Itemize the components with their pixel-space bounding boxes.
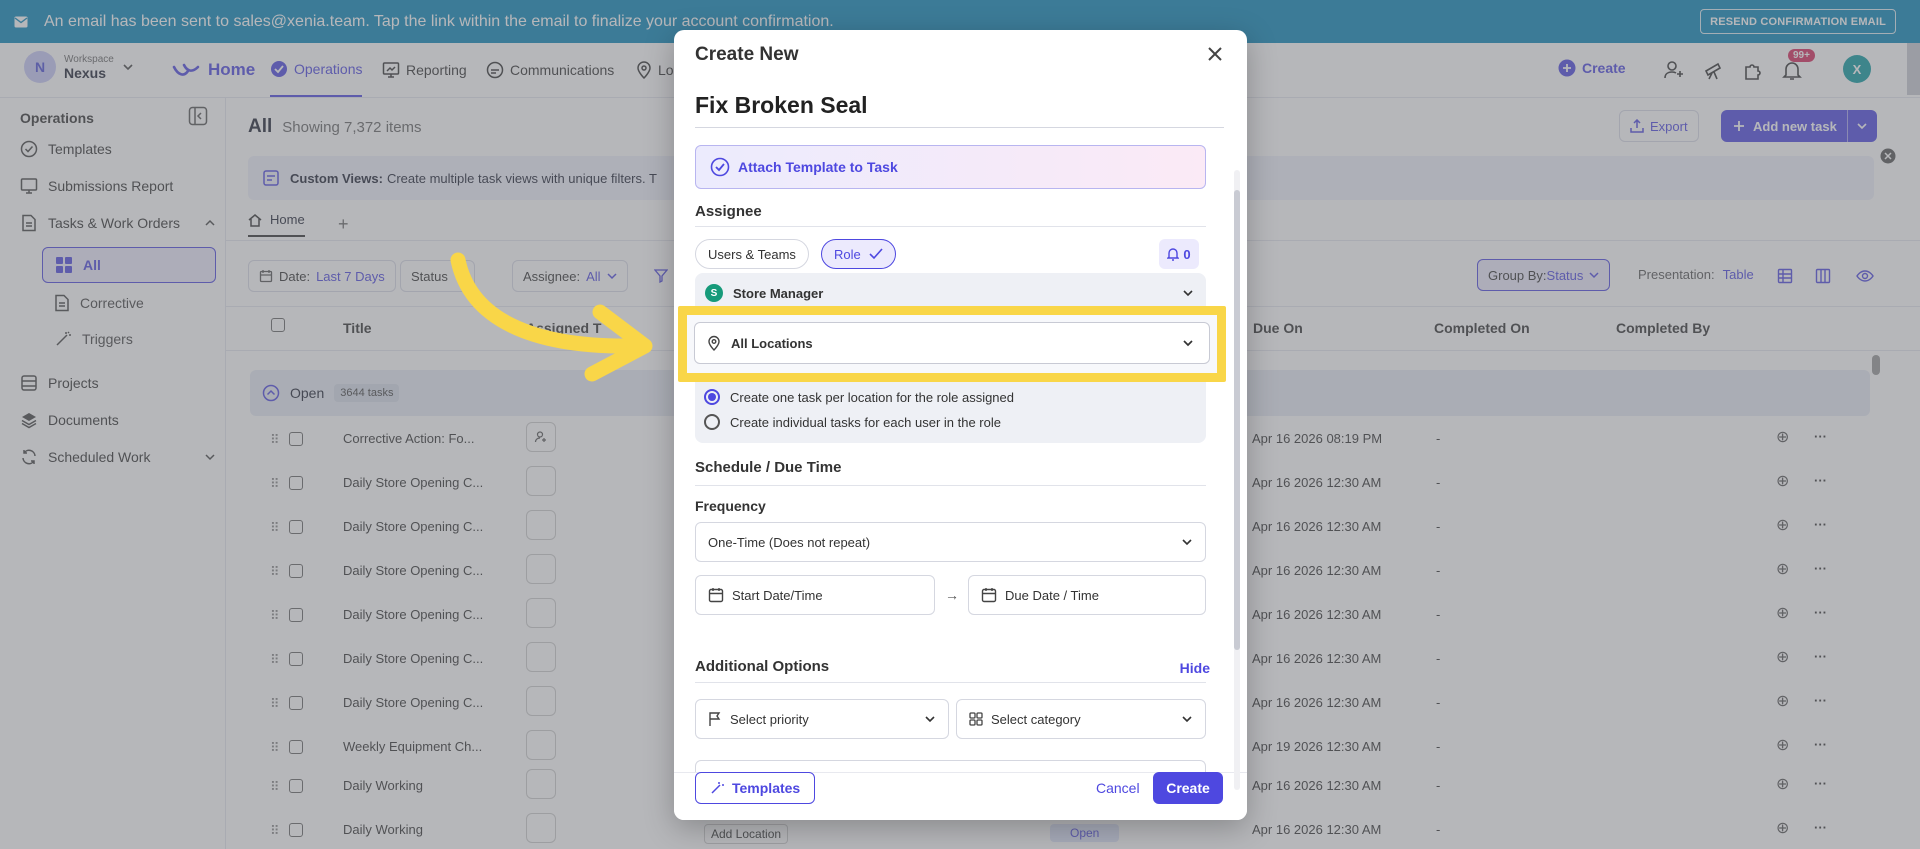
start-date-field[interactable]: Start Date/Time bbox=[695, 575, 935, 615]
chevron-down-icon bbox=[1181, 536, 1193, 548]
category-select[interactable]: Select category bbox=[956, 699, 1206, 739]
divider bbox=[695, 485, 1206, 486]
priority-placeholder: Select priority bbox=[730, 711, 809, 727]
calendar-icon bbox=[708, 587, 724, 603]
schedule-section-title: Schedule / Due Time bbox=[695, 459, 842, 476]
check-circle-icon bbox=[710, 157, 730, 177]
notify-toggle[interactable]: 0 bbox=[1159, 239, 1199, 269]
radio-two-label: Create individual tasks for each user in… bbox=[730, 414, 1001, 430]
modal-scrollbar[interactable] bbox=[1234, 170, 1240, 790]
radio-selected-icon bbox=[704, 389, 720, 405]
bell-icon bbox=[1167, 247, 1180, 261]
due-date-field[interactable]: Due Date / Time bbox=[968, 575, 1206, 615]
attach-template-label: Attach Template to Task bbox=[738, 159, 898, 175]
frequency-value: One-Time (Does not repeat) bbox=[708, 534, 871, 550]
templates-label: Templates bbox=[732, 780, 801, 796]
role-select[interactable]: S Store Manager bbox=[695, 277, 1206, 309]
tab-users-teams-label: Users & Teams bbox=[708, 246, 796, 262]
frequency-select[interactable]: One-Time (Does not repeat) bbox=[695, 522, 1206, 562]
grid-icon bbox=[969, 712, 983, 726]
chevron-down-icon bbox=[1182, 287, 1194, 299]
hide-options-link[interactable]: Hide bbox=[1180, 660, 1210, 676]
notify-count: 0 bbox=[1183, 246, 1191, 262]
close-icon[interactable] bbox=[1207, 46, 1223, 62]
role-value: Store Manager bbox=[733, 285, 824, 301]
priority-select[interactable]: Select priority bbox=[695, 699, 949, 739]
category-placeholder: Select category bbox=[991, 711, 1081, 727]
create-task-modal: Create New Fix Broken Seal Attach Templa… bbox=[674, 30, 1247, 820]
attach-template-button[interactable]: Attach Template to Task bbox=[695, 145, 1206, 189]
frequency-label: Frequency bbox=[695, 498, 766, 514]
tab-role[interactable]: Role bbox=[821, 239, 896, 269]
cancel-button[interactable]: Cancel bbox=[1096, 780, 1140, 796]
task-title-input[interactable]: Fix Broken Seal bbox=[695, 92, 1224, 128]
divider bbox=[695, 226, 1206, 227]
location-value: All Locations bbox=[731, 335, 813, 351]
chevron-down-icon bbox=[1181, 336, 1195, 350]
chevron-down-icon bbox=[1181, 713, 1193, 725]
wand-icon bbox=[710, 781, 724, 795]
check-icon bbox=[869, 248, 883, 260]
modal-title: Create New bbox=[695, 44, 799, 65]
assignee-section-title: Assignee bbox=[695, 203, 762, 220]
radio-one-task-per-location[interactable]: Create one task per location for the rol… bbox=[704, 389, 1014, 405]
tab-users-teams[interactable]: Users & Teams bbox=[695, 239, 809, 269]
tab-role-label: Role bbox=[834, 246, 861, 262]
chevron-down-icon bbox=[924, 713, 936, 725]
arrow-right-icon: → bbox=[945, 587, 959, 603]
flag-icon bbox=[708, 711, 722, 727]
divider bbox=[695, 682, 1206, 683]
radio-one-label: Create one task per location for the rol… bbox=[730, 389, 1015, 405]
templates-button[interactable]: Templates bbox=[695, 772, 816, 804]
radio-individual-tasks[interactable]: Create individual tasks for each user in… bbox=[704, 414, 1001, 430]
start-date-placeholder: Start Date/Time bbox=[732, 587, 823, 603]
annotation-arrow-icon bbox=[450, 252, 653, 382]
location-pin-icon bbox=[707, 335, 721, 351]
due-date-placeholder: Due Date / Time bbox=[1005, 587, 1099, 603]
radio-empty-icon bbox=[704, 414, 720, 430]
calendar-icon bbox=[981, 587, 997, 603]
create-button[interactable]: Create bbox=[1153, 772, 1223, 804]
location-select[interactable]: All Locations bbox=[694, 322, 1210, 364]
role-avatar: S bbox=[705, 284, 723, 302]
highlight-location-select: All Locations bbox=[678, 306, 1226, 382]
additional-options-title: Additional Options bbox=[695, 658, 830, 675]
